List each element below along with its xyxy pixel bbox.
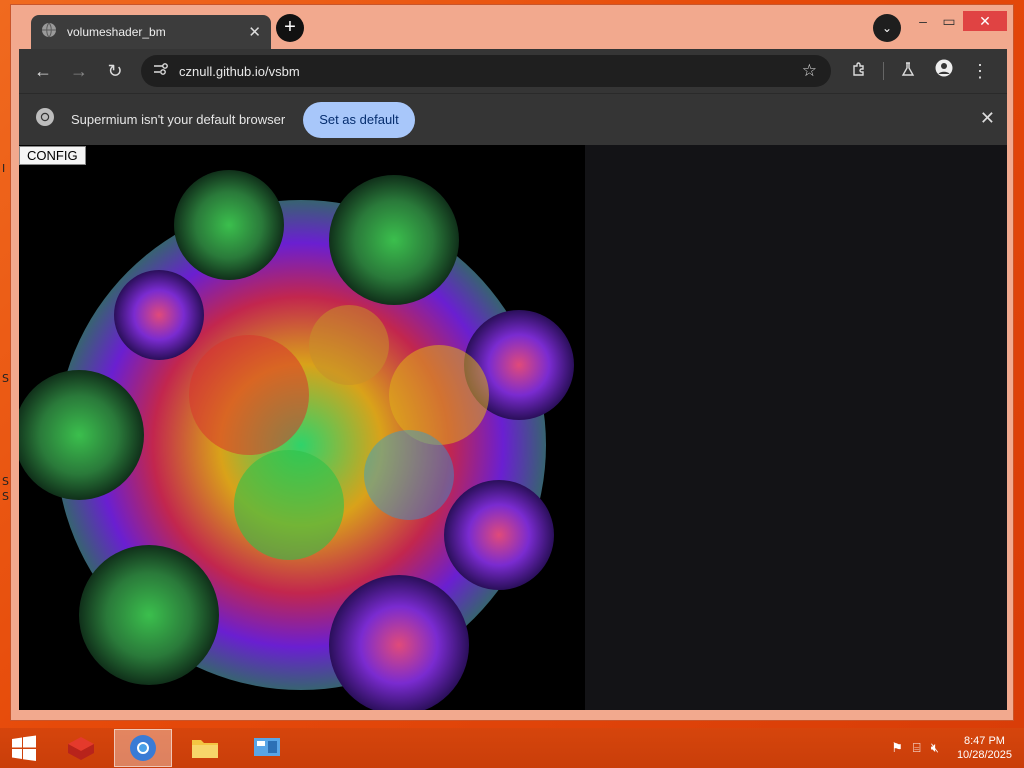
globe-icon bbox=[41, 22, 57, 43]
tab-title: volumeshader_bm bbox=[67, 25, 166, 39]
browser-taskbar-icon[interactable] bbox=[114, 729, 172, 767]
more-menu-icon[interactable]: ⋮ bbox=[962, 53, 998, 89]
site-settings-icon[interactable] bbox=[153, 62, 169, 81]
app-cube-icon[interactable] bbox=[52, 729, 110, 767]
desktop-text-fragment: S bbox=[2, 372, 9, 385]
browser-toolbar: ← → ↻ cznull.github.io/vsbm ☆ ⋮ bbox=[19, 49, 1007, 93]
network-icon[interactable]: ⌸ bbox=[913, 740, 921, 756]
action-center-flag-icon[interactable]: ⚑ bbox=[891, 740, 903, 756]
set-as-default-button[interactable]: Set as default bbox=[303, 101, 415, 138]
render-canvas[interactable]: CONFIG bbox=[19, 145, 585, 710]
minimize-button[interactable]: – bbox=[911, 11, 935, 31]
taskbar: ⚑ ⌸ 🔇︎ 8:47 PM 10/28/2025 bbox=[0, 728, 1024, 768]
close-icon[interactable]: ✕ bbox=[980, 108, 995, 129]
fractal-render-image bbox=[19, 170, 574, 710]
windows-start-icon[interactable] bbox=[0, 729, 48, 767]
desktop-text-fragment: I bbox=[2, 162, 6, 175]
new-tab-button[interactable]: + bbox=[276, 14, 304, 42]
chrome-logo-icon bbox=[35, 107, 55, 132]
flask-icon[interactable] bbox=[890, 53, 926, 89]
infobar-message: Supermium isn't your default browser bbox=[71, 112, 286, 127]
window-close-button[interactable]: ✕ bbox=[963, 11, 1007, 31]
forward-arrow-icon[interactable]: → bbox=[61, 53, 97, 89]
volume-muted-icon[interactable]: 🔇︎ bbox=[931, 740, 939, 756]
browser-tab[interactable]: volumeshader_bm ✕ bbox=[31, 15, 271, 49]
config-button[interactable]: CONFIG bbox=[19, 146, 86, 165]
default-browser-infobar: Supermium isn't your default browser Set… bbox=[19, 93, 1007, 145]
desktop-text-fragment: S bbox=[2, 475, 9, 488]
desktop-text-fragment: S bbox=[2, 490, 9, 503]
extensions-puzzle-icon[interactable] bbox=[841, 53, 877, 89]
maximize-button[interactable]: ▭ bbox=[937, 11, 961, 31]
taskbar-clock[interactable]: 8:47 PM 10/28/2025 bbox=[957, 734, 1012, 762]
file-explorer-folder-icon[interactable] bbox=[176, 729, 234, 767]
back-arrow-icon[interactable]: ← bbox=[25, 53, 61, 89]
page-viewport: CONFIG bbox=[19, 145, 1007, 710]
clock-date: 10/28/2025 bbox=[956, 749, 1012, 761]
toolbar-right-group: ⋮ bbox=[841, 53, 998, 89]
reload-icon[interactable]: ↻ bbox=[97, 53, 133, 89]
url-text: cznull.github.io/vsbm bbox=[179, 63, 300, 79]
bookmark-star-icon[interactable]: ☆ bbox=[802, 61, 817, 81]
address-bar[interactable]: cznull.github.io/vsbm ☆ bbox=[141, 55, 831, 87]
chevron-down-icon[interactable]: ⌄ bbox=[873, 14, 901, 42]
toolbar-divider bbox=[883, 62, 884, 80]
clock-time: 8:47 PM bbox=[963, 735, 1005, 747]
close-icon[interactable]: ✕ bbox=[248, 23, 261, 41]
browser-window: volumeshader_bm ✕ + ⌄ – ▭ ✕ ← → ↻ cznull… bbox=[10, 4, 1014, 721]
profile-avatar-icon[interactable] bbox=[926, 53, 962, 89]
control-panel-icon[interactable] bbox=[238, 729, 296, 767]
system-tray: ⚑ ⌸ 🔇︎ 8:47 PM 10/28/2025 bbox=[891, 728, 1012, 768]
